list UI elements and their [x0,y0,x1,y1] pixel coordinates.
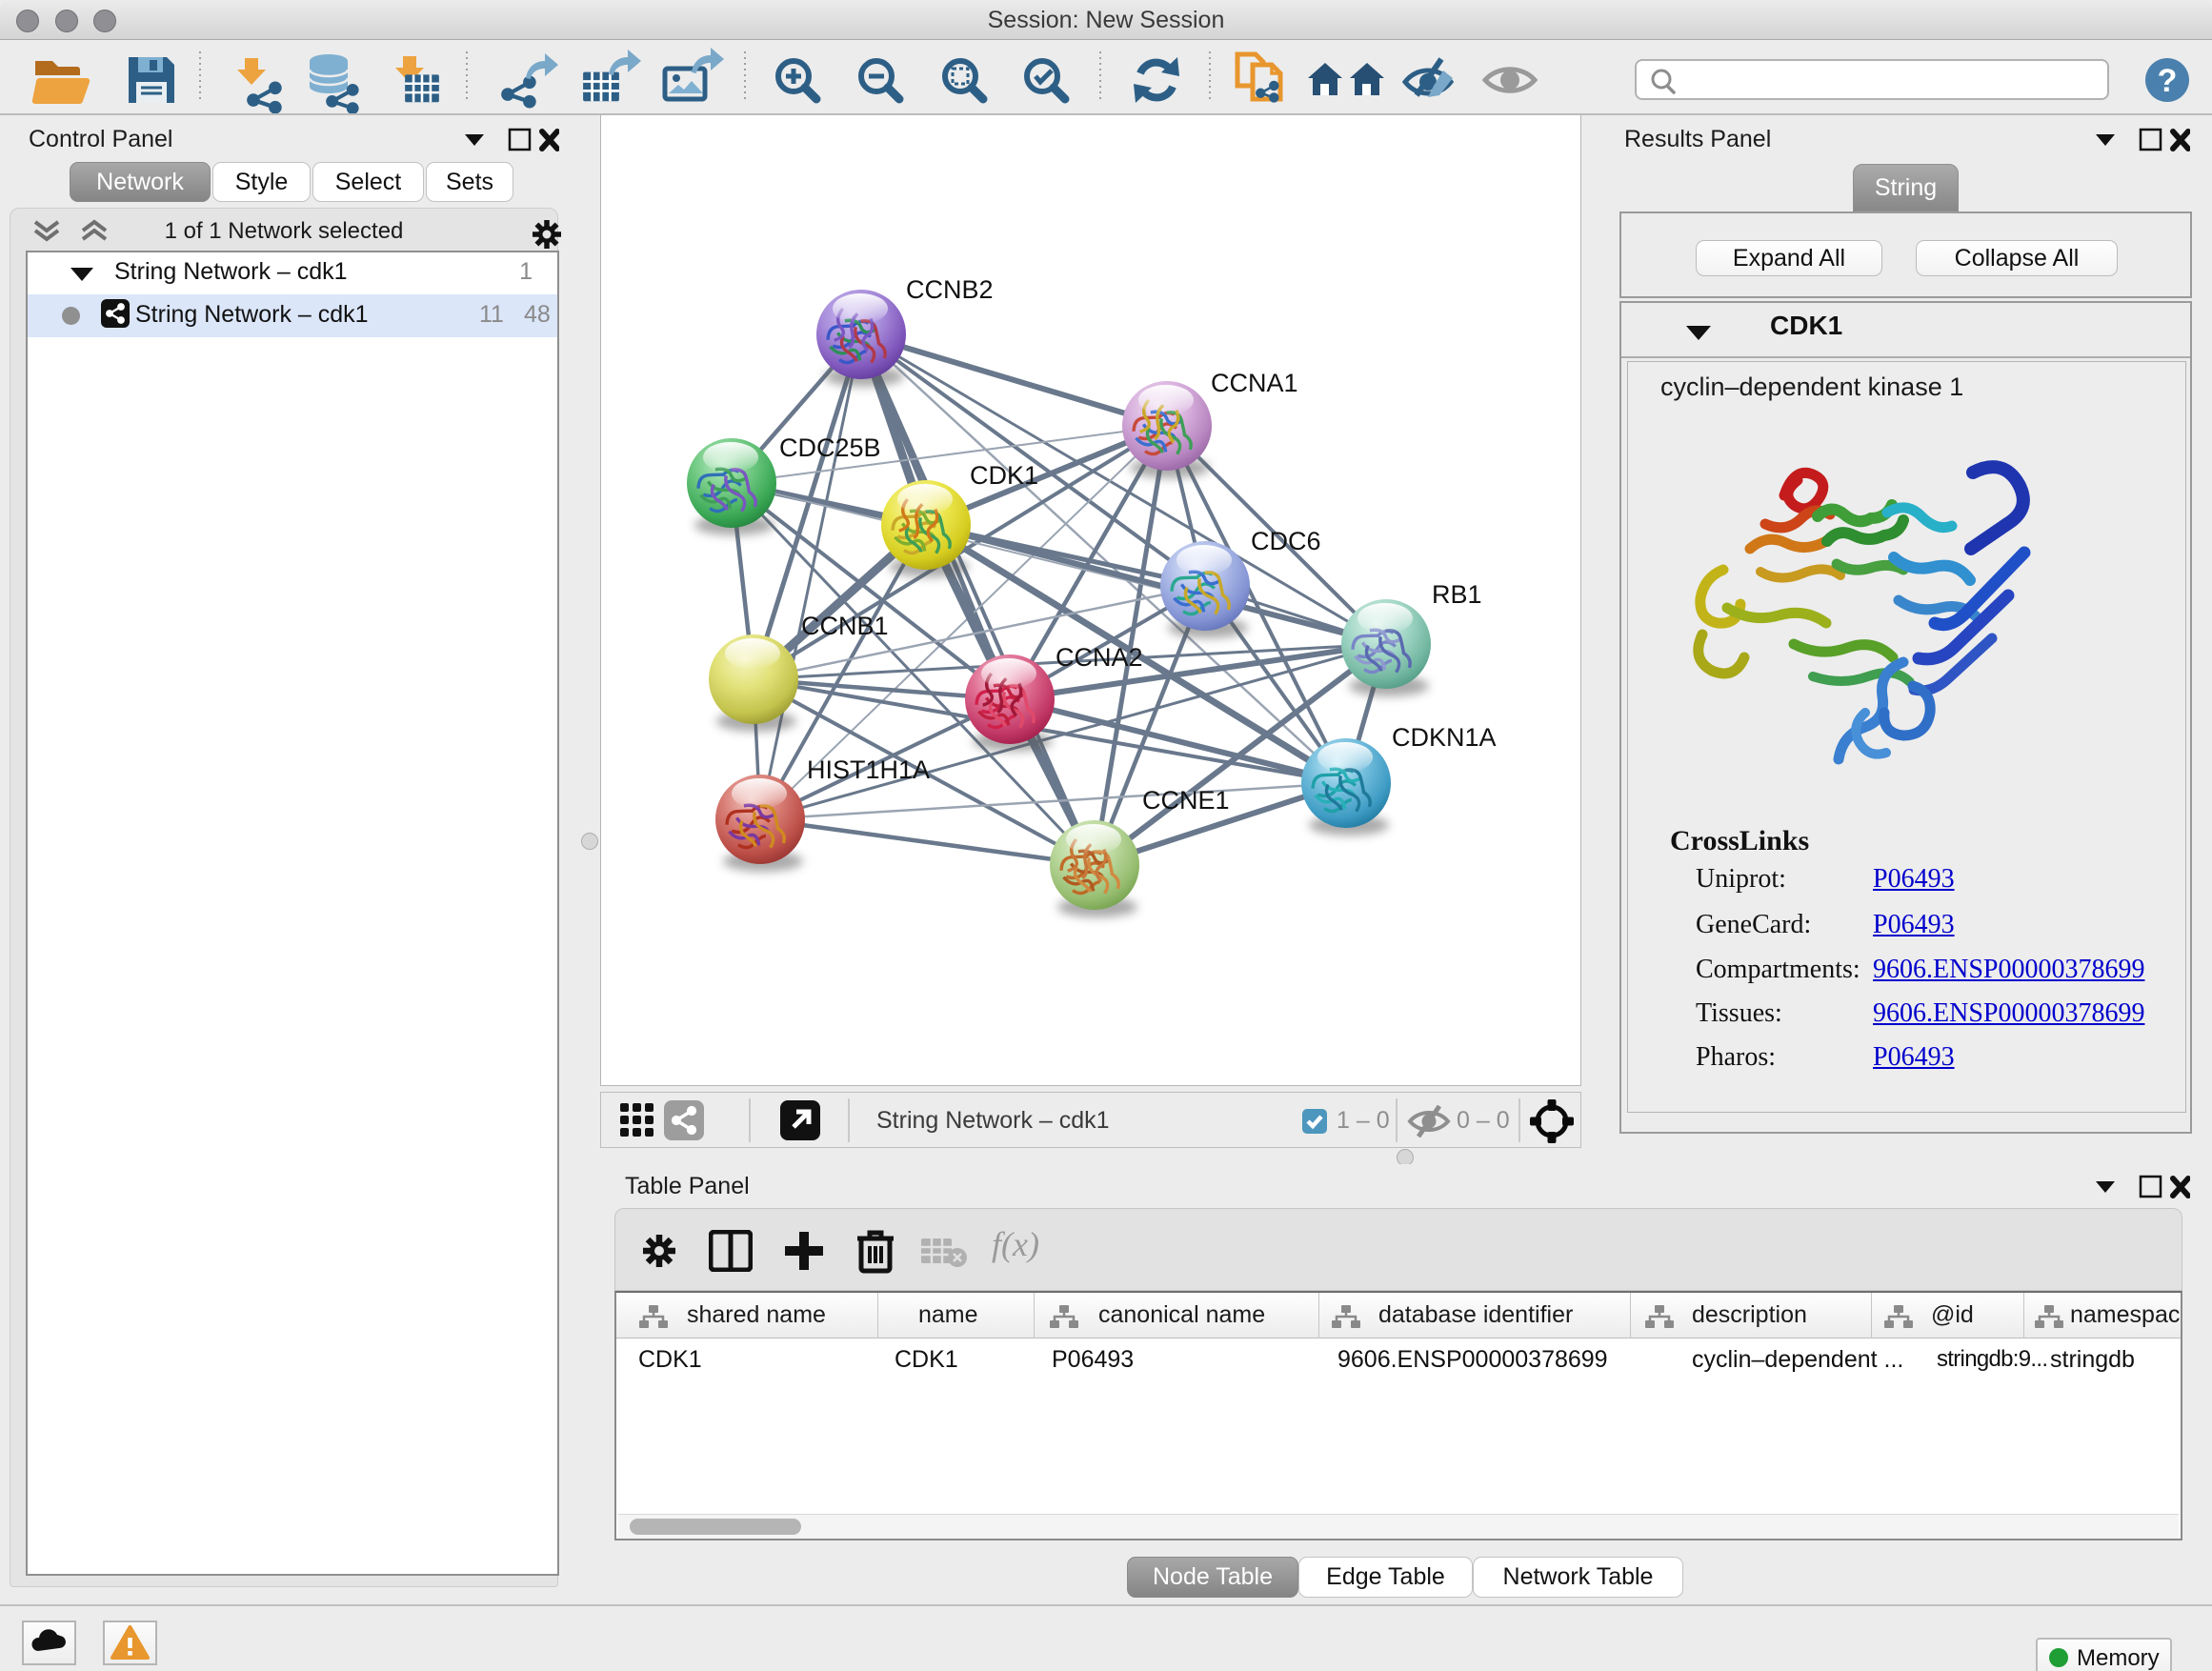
svg-text:CDKN1A: CDKN1A [1392,723,1497,752]
svg-text:CCNA1: CCNA1 [1211,369,1298,397]
svg-text:CDC25B: CDC25B [779,433,881,462]
svg-text:CCNB1: CCNB1 [801,612,889,640]
svg-text:?: ? [2158,63,2178,99]
svg-text:CDC6: CDC6 [1251,527,1321,555]
svg-text:RB1: RB1 [1432,580,1482,609]
svg-text:CCNA2: CCNA2 [1056,643,1143,672]
svg-text:CDK1: CDK1 [970,461,1038,490]
svg-text:CCNB2: CCNB2 [906,275,994,304]
svg-text:HIST1H1A: HIST1H1A [807,755,930,784]
svg-text:CCNE1: CCNE1 [1142,786,1230,815]
